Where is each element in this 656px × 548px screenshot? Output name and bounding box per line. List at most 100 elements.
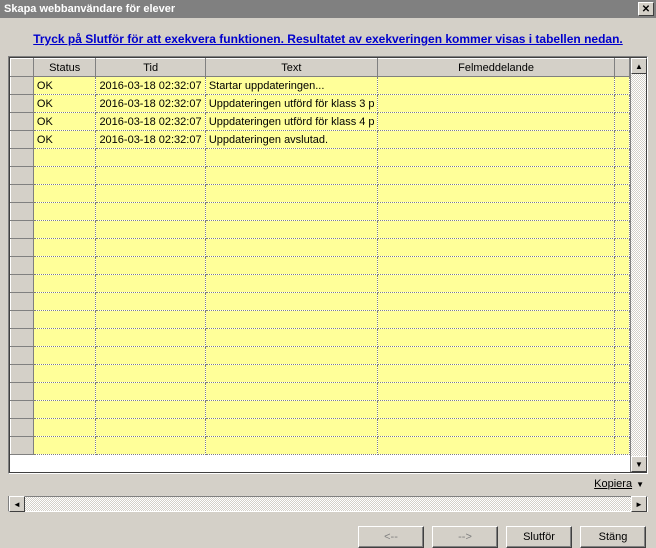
- cell-fel[interactable]: [377, 203, 615, 221]
- cell-tid[interactable]: 2016-03-18 02:32:07: [96, 77, 205, 95]
- row-header[interactable]: [11, 383, 34, 401]
- cell-fel[interactable]: [377, 329, 615, 347]
- cell-text[interactable]: [205, 275, 377, 293]
- cell-text[interactable]: [205, 329, 377, 347]
- table-row[interactable]: OK2016-03-18 02:32:07Uppdateringen utför…: [11, 113, 630, 131]
- cell-text[interactable]: Uppdateringen utförd för klass 4 p: [205, 113, 377, 131]
- cell-text[interactable]: Uppdateringen utförd för klass 3 p: [205, 95, 377, 113]
- col-text-header[interactable]: Text: [205, 59, 377, 77]
- table-row[interactable]: OK2016-03-18 02:32:07Uppdateringen avslu…: [11, 131, 630, 149]
- table-row[interactable]: [11, 347, 630, 365]
- row-header[interactable]: [11, 311, 34, 329]
- cell-text[interactable]: [205, 257, 377, 275]
- horizontal-scrollbar[interactable]: ◄ ►: [8, 496, 648, 512]
- cell-tid[interactable]: [96, 275, 205, 293]
- cell-status[interactable]: [33, 311, 96, 329]
- row-header[interactable]: [11, 167, 34, 185]
- table-row[interactable]: [11, 293, 630, 311]
- table-row[interactable]: [11, 167, 630, 185]
- cell-text[interactable]: [205, 149, 377, 167]
- hscroll-track[interactable]: [25, 497, 631, 511]
- table-row[interactable]: [11, 311, 630, 329]
- cell-fel[interactable]: [377, 221, 615, 239]
- cell-text[interactable]: [205, 203, 377, 221]
- table-row[interactable]: [11, 185, 630, 203]
- cell-fel[interactable]: [377, 383, 615, 401]
- cell-tid[interactable]: [96, 185, 205, 203]
- col-status-header[interactable]: Status: [33, 59, 96, 77]
- cell-text[interactable]: [205, 347, 377, 365]
- cell-fel[interactable]: [377, 239, 615, 257]
- cell-fel[interactable]: [377, 293, 615, 311]
- cell-tid[interactable]: [96, 347, 205, 365]
- row-header[interactable]: [11, 131, 34, 149]
- cell-fel[interactable]: [377, 113, 615, 131]
- table-row[interactable]: [11, 329, 630, 347]
- cell-status[interactable]: [33, 203, 96, 221]
- scroll-down-icon[interactable]: ▼: [631, 456, 647, 472]
- cell-status[interactable]: [33, 167, 96, 185]
- cell-status[interactable]: OK: [33, 131, 96, 149]
- cell-fel[interactable]: [377, 185, 615, 203]
- row-header[interactable]: [11, 329, 34, 347]
- copy-link[interactable]: Kopiera: [594, 478, 632, 490]
- table-row[interactable]: [11, 437, 630, 455]
- table-row[interactable]: OK2016-03-18 02:32:07Startar uppdatering…: [11, 77, 630, 95]
- row-header[interactable]: [11, 365, 34, 383]
- cell-tid[interactable]: [96, 383, 205, 401]
- table-row[interactable]: [11, 149, 630, 167]
- cell-text[interactable]: [205, 437, 377, 455]
- cell-fel[interactable]: [377, 275, 615, 293]
- cell-status[interactable]: [33, 149, 96, 167]
- cell-status[interactable]: [33, 293, 96, 311]
- cell-text[interactable]: [205, 419, 377, 437]
- cell-text[interactable]: [205, 365, 377, 383]
- cell-tid[interactable]: [96, 365, 205, 383]
- cell-tid[interactable]: [96, 437, 205, 455]
- cell-status[interactable]: [33, 383, 96, 401]
- cell-tid[interactable]: [96, 293, 205, 311]
- scroll-right-icon[interactable]: ►: [631, 496, 647, 512]
- scroll-up-icon[interactable]: ▲: [631, 58, 647, 74]
- cell-status[interactable]: [33, 437, 96, 455]
- vertical-scrollbar[interactable]: ▲ ▼: [630, 58, 646, 472]
- cell-tid[interactable]: 2016-03-18 02:32:07: [96, 95, 205, 113]
- cell-status[interactable]: [33, 329, 96, 347]
- row-header[interactable]: [11, 437, 34, 455]
- cell-text[interactable]: Startar uppdateringen...: [205, 77, 377, 95]
- table-row[interactable]: [11, 419, 630, 437]
- close-icon[interactable]: ✕: [638, 2, 654, 16]
- cell-tid[interactable]: [96, 419, 205, 437]
- table-row[interactable]: [11, 257, 630, 275]
- scroll-left-icon[interactable]: ◄: [9, 496, 25, 512]
- row-header[interactable]: [11, 257, 34, 275]
- row-header[interactable]: [11, 185, 34, 203]
- cell-fel[interactable]: [377, 149, 615, 167]
- cell-text[interactable]: [205, 185, 377, 203]
- chevron-down-icon[interactable]: ▼: [636, 480, 644, 489]
- cell-text[interactable]: [205, 167, 377, 185]
- cell-text[interactable]: [205, 401, 377, 419]
- cell-status[interactable]: [33, 185, 96, 203]
- cell-text[interactable]: [205, 311, 377, 329]
- cell-fel[interactable]: [377, 419, 615, 437]
- table-row[interactable]: [11, 221, 630, 239]
- cell-status[interactable]: [33, 239, 96, 257]
- row-header[interactable]: [11, 419, 34, 437]
- row-header[interactable]: [11, 275, 34, 293]
- cell-text[interactable]: [205, 239, 377, 257]
- cell-fel[interactable]: [377, 131, 615, 149]
- cell-text[interactable]: [205, 293, 377, 311]
- table-row[interactable]: [11, 365, 630, 383]
- cell-status[interactable]: [33, 365, 96, 383]
- cell-status[interactable]: [33, 401, 96, 419]
- row-header[interactable]: [11, 239, 34, 257]
- table-row[interactable]: [11, 383, 630, 401]
- table-row[interactable]: OK2016-03-18 02:32:07Uppdateringen utför…: [11, 95, 630, 113]
- cell-fel[interactable]: [377, 257, 615, 275]
- cell-tid[interactable]: [96, 221, 205, 239]
- cell-fel[interactable]: [377, 77, 615, 95]
- cell-fel[interactable]: [377, 167, 615, 185]
- cell-fel[interactable]: [377, 95, 615, 113]
- row-header[interactable]: [11, 113, 34, 131]
